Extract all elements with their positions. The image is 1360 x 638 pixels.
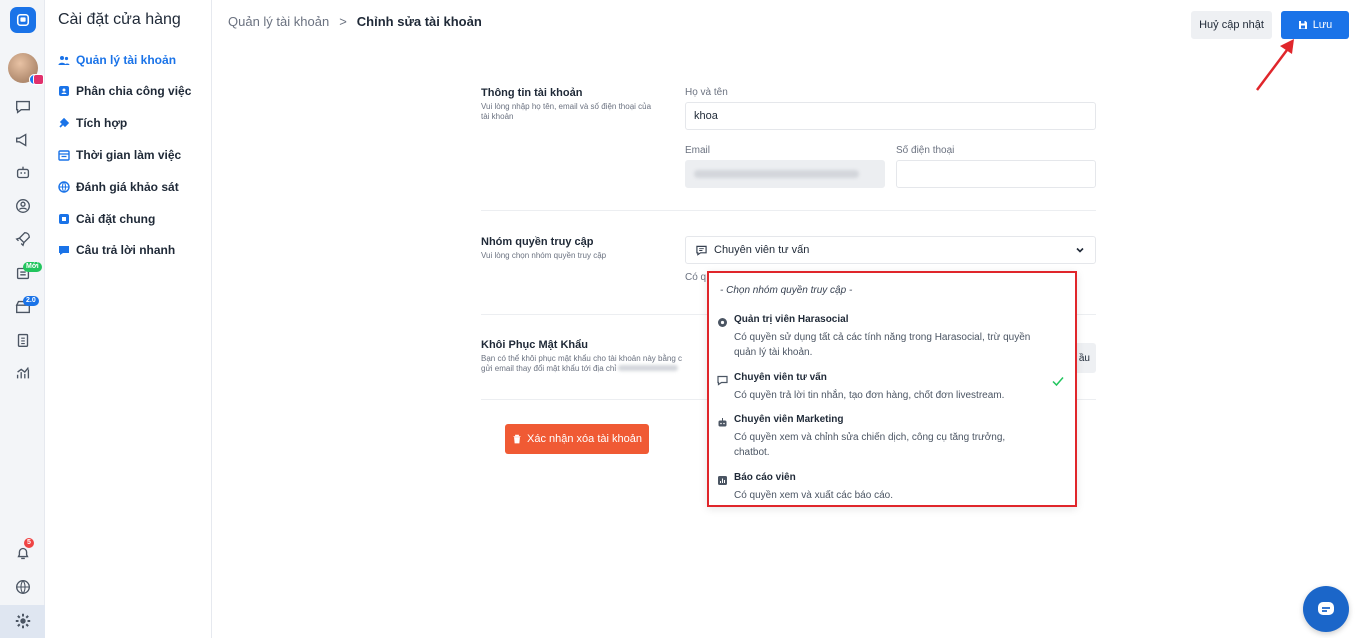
option-reporter-desc[interactable]: Có quyền xem và xuất các báo cáo. — [734, 488, 1034, 503]
id-card-icon — [59, 86, 69, 96]
version-badge: 2.0 — [23, 296, 39, 306]
conversation-icon[interactable] — [12, 96, 34, 118]
option-admin-desc[interactable]: Có quyền sử dụng tất cả các tính năng tr… — [734, 330, 1034, 360]
confirm-delete-account-button[interactable]: Xác nhận xóa tài khoản — [505, 424, 649, 454]
option-consultant-desc[interactable]: Có quyền trả lời tin nhắn, tạo đơn hàng,… — [734, 388, 1034, 403]
user-avatar[interactable] — [8, 53, 44, 85]
instagram-icon — [33, 74, 44, 85]
plug-icon — [59, 117, 70, 128]
breadcrumb-current: Chỉnh sửa tài khoản — [356, 14, 482, 29]
globe-icon[interactable] — [12, 576, 34, 598]
report-icon — [718, 476, 727, 485]
delete-button-label: Xác nhận xóa tài khoản — [527, 433, 642, 445]
sidebar-item-label: Cài đặt chung — [76, 212, 156, 226]
chevron-down-icon — [1076, 247, 1084, 253]
checkmark-icon — [1052, 377, 1064, 387]
new-badge: Mới — [23, 262, 42, 272]
access-group-selected: Chuyên viên tư vấn — [714, 244, 810, 256]
sidebar-item-working-time[interactable]: Thời gian làm việc — [58, 146, 181, 164]
users-icon — [58, 56, 70, 65]
chatbot-icon[interactable] — [12, 162, 34, 184]
breadcrumb: Quản lý tài khoản > Chỉnh sửa tài khoản — [228, 14, 482, 29]
floppy-icon — [1298, 21, 1307, 29]
message-icon — [59, 246, 69, 255]
phone-field[interactable] — [896, 160, 1096, 188]
admin-icon — [718, 318, 727, 327]
red-arrow-annotation — [1256, 39, 1294, 91]
dropdown-placeholder[interactable]: - Chọn nhóm quyền truy cập - — [720, 285, 852, 296]
blurred-email — [694, 170, 859, 178]
sidebar-item-label: Phân chia công việc — [76, 84, 192, 98]
app-logo-icon[interactable] — [10, 7, 36, 33]
sidebar-item-general-settings[interactable]: Cài đặt chung — [58, 210, 155, 228]
sidebar-item-integration[interactable]: Tích hợp — [58, 114, 127, 132]
password-reset-desc: Bạn có thể khôi phục mật khẩu cho tài kh… — [481, 354, 721, 374]
sidebar-item-label: Câu trả lời nhanh — [76, 243, 176, 257]
option-admin-title[interactable]: Quản trị viên Harasocial — [734, 314, 849, 325]
sidebar-item-task-assignment[interactable]: Phân chia công việc — [58, 82, 191, 100]
save-button[interactable]: Lưu — [1281, 11, 1349, 39]
rocket-icon[interactable] — [12, 228, 34, 250]
access-group-select[interactable]: Chuyên viên tư vấn — [685, 236, 1096, 264]
access-group-title: Nhóm quyền truy cập — [481, 236, 594, 248]
breadcrumb-parent[interactable]: Quản lý tài khoản — [228, 14, 329, 29]
breadcrumb-separator: > — [339, 14, 347, 29]
email-field — [685, 160, 885, 188]
settings-sidebar: Cài đặt cửa hàng Quản lý tài khoản Phân … — [45, 0, 212, 638]
full-name-field[interactable]: khoa — [685, 102, 1096, 130]
megaphone-icon[interactable] — [12, 129, 34, 151]
email-label: Email — [685, 145, 711, 156]
chat-bubble-icon — [1318, 602, 1334, 615]
section-divider — [481, 210, 1096, 211]
account-info-desc: Vui lòng nhập họ tên, email và số điện t… — [481, 102, 652, 121]
sidebar-item-label: Đánh giá khảo sát — [76, 180, 179, 194]
option-marketing-title[interactable]: Chuyên viên Marketing — [734, 414, 843, 425]
blurred-email — [618, 365, 679, 371]
cancel-update-button[interactable]: Huỷ cập nhật — [1191, 11, 1272, 39]
support-chat-button[interactable] — [1303, 586, 1349, 632]
full-name-label: Họ và tên — [685, 87, 728, 98]
sidebar-item-account-management[interactable]: Quản lý tài khoản — [58, 51, 176, 69]
password-reset-title: Khôi Phục Mật Khẩu — [481, 339, 588, 351]
access-group-dropdown: - Chọn nhóm quyền truy cập - Quản trị vi… — [707, 271, 1077, 507]
settings-gear-icon[interactable] — [12, 610, 34, 632]
chat-icon — [717, 375, 728, 386]
sidebar-item-quick-replies[interactable]: Câu trả lời nhanh — [58, 241, 175, 259]
calendar-icon — [58, 150, 70, 161]
chat-icon — [696, 245, 707, 256]
robot-icon — [718, 418, 727, 427]
survey-icon — [58, 181, 70, 193]
access-group-desc: Vui lòng chọn nhóm quyền truy cập — [481, 251, 607, 260]
trash-icon — [513, 434, 521, 444]
icon-rail: Mới 2.0 5 — [0, 0, 45, 638]
notification-badge: 5 — [24, 538, 34, 548]
sidebar-item-label: Thời gian làm việc — [76, 148, 182, 162]
customer-icon[interactable] — [12, 195, 34, 217]
sidebar-title: Cài đặt cửa hàng — [58, 11, 181, 28]
sidebar-item-label: Tích hợp — [76, 116, 128, 130]
phone-label: Số điện thoại — [896, 145, 955, 156]
account-info-title: Thông tin tài khoản — [481, 87, 583, 99]
option-reporter-title[interactable]: Báo cáo viên — [734, 472, 796, 483]
analytics-icon[interactable] — [12, 362, 34, 384]
clipboard-icon[interactable] — [12, 329, 34, 351]
sidebar-item-label: Quản lý tài khoản — [76, 53, 177, 67]
password-reset-desc-line2: gửi email thay đổi mật khẩu tới địa chỉ — [481, 364, 617, 373]
option-consultant-title[interactable]: Chuyên viên tư vấn — [734, 372, 827, 383]
store-settings-icon — [59, 214, 69, 224]
password-reset-desc-line1: Bạn có thể khôi phục mật khẩu cho tài kh… — [481, 354, 683, 363]
save-button-label: Lưu — [1312, 19, 1333, 31]
sidebar-item-survey[interactable]: Đánh giá khảo sát — [58, 178, 179, 196]
access-group-note: Có q — [685, 272, 707, 283]
option-marketing-desc[interactable]: Có quyền xem và chỉnh sửa chiến dịch, cô… — [734, 430, 1034, 460]
